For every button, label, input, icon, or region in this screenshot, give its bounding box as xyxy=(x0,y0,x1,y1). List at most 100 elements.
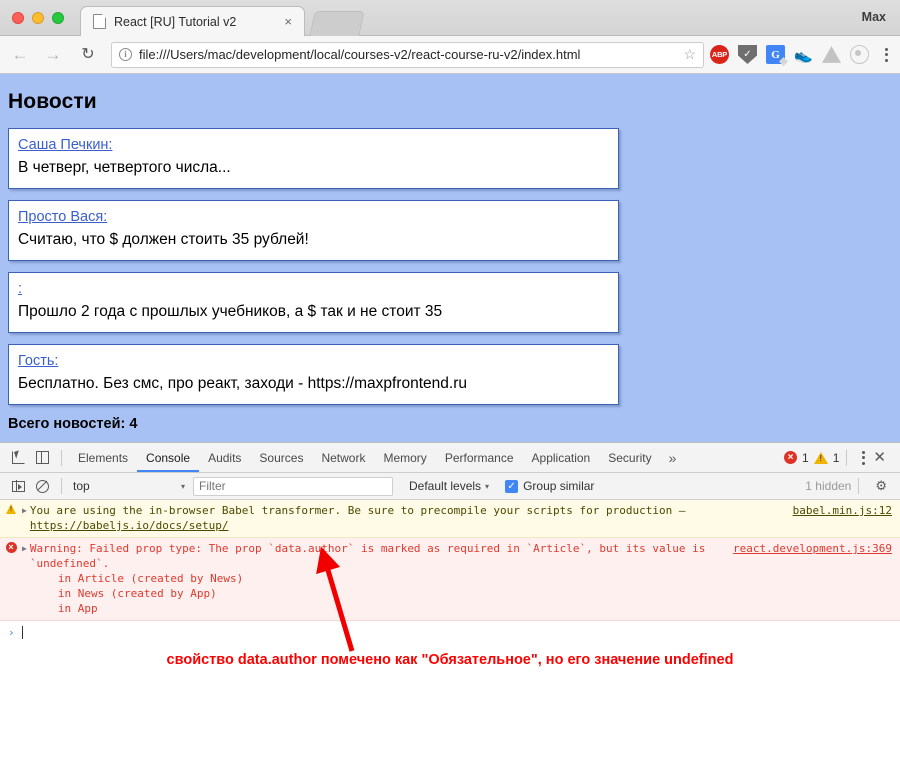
site-info-icon[interactable]: i xyxy=(119,48,132,61)
tab-memory[interactable]: Memory xyxy=(374,443,435,472)
news-author-link[interactable]: Просто Вася: xyxy=(18,208,107,227)
tab-audits[interactable]: Audits xyxy=(199,443,250,472)
console-message-source-link[interactable]: react.development.js:369 xyxy=(727,538,900,620)
console-prompt[interactable]: › xyxy=(0,621,900,643)
hidden-messages-count: 1 hidden xyxy=(805,479,852,493)
browser-tab-inactive[interactable] xyxy=(309,11,365,36)
shoe-extension-icon[interactable]: 👟 xyxy=(794,45,813,64)
back-button[interactable]: ← xyxy=(7,42,33,68)
chevron-down-icon: ▾ xyxy=(180,481,185,491)
warning-badge-icon xyxy=(813,451,828,464)
group-similar-checkbox[interactable]: ✓ xyxy=(505,479,519,493)
error-icon: × xyxy=(0,538,22,620)
tab-security[interactable]: Security xyxy=(599,443,660,472)
divider xyxy=(61,478,62,494)
news-list: Саша Печкин: В четверг, четвертого числа… xyxy=(0,128,900,405)
page-title: Новости xyxy=(8,90,97,113)
console-sidebar-icon[interactable] xyxy=(6,474,30,498)
window-titlebar: React [RU] Tutorial v2 × Max xyxy=(0,0,900,36)
clear-console-icon[interactable] xyxy=(30,474,54,498)
news-text: В четверг, четвертого числа... xyxy=(18,159,231,176)
error-badge-icon: × xyxy=(784,451,798,464)
log-levels-label: Default levels xyxy=(409,479,482,493)
console-stack-frame: in App xyxy=(57,602,98,615)
browser-window: React [RU] Tutorial v2 × Max ← → ↻ i fil… xyxy=(0,0,900,766)
chevron-down-icon: ▾ xyxy=(485,481,490,491)
page-viewport: Новости Саша Печкин: В четверг, четверто… xyxy=(0,74,900,442)
news-total-label: Всего новостей: 4 xyxy=(8,416,138,432)
close-icon[interactable]: × xyxy=(280,13,296,30)
close-devtools-icon[interactable]: ✕ xyxy=(873,450,894,465)
bookmark-star-icon[interactable]: ☆ xyxy=(683,46,696,63)
browser-toolbar: ← → ↻ i file:///Users/mac/development/lo… xyxy=(0,36,900,74)
shield-extension-icon[interactable]: ✓ xyxy=(738,45,757,64)
inspect-element-icon[interactable] xyxy=(6,446,30,470)
tab-application[interactable]: Application xyxy=(523,443,600,472)
news-card: Саша Печкин: В четверг, четвертого числа… xyxy=(8,128,619,189)
tab-elements[interactable]: Elements xyxy=(69,443,137,472)
gear-icon[interactable]: ⚙ xyxy=(866,478,894,494)
address-bar[interactable]: i file:///Users/mac/development/local/co… xyxy=(111,41,704,68)
ring-extension-icon[interactable] xyxy=(850,45,869,64)
divider xyxy=(61,449,62,466)
device-toolbar-icon[interactable] xyxy=(30,446,54,470)
extension-toolbar: ABP ✓ G 👟 xyxy=(710,45,900,64)
news-text: Бесплатно. Без смс, про реакт, заходи - … xyxy=(18,375,467,392)
news-author-link[interactable]: Гость: xyxy=(18,352,58,371)
prompt-caret-icon: › xyxy=(8,625,15,639)
console-message-warning[interactable]: ▶ You are using the in-browser Babel tra… xyxy=(0,500,900,538)
tab-network[interactable]: Network xyxy=(312,443,374,472)
expand-arrow-icon[interactable]: ▶ xyxy=(22,538,30,620)
kebab-menu-icon[interactable] xyxy=(878,47,896,62)
forward-button[interactable]: → xyxy=(40,42,66,68)
log-levels-select[interactable]: Default levels ▾ xyxy=(409,479,489,493)
tab-sources[interactable]: Sources xyxy=(250,443,312,472)
news-card: Просто Вася: Считаю, что $ должен стоить… xyxy=(8,200,619,261)
page-icon xyxy=(93,14,106,29)
news-text: Прошло 2 года с прошлых учебников, а $ т… xyxy=(18,303,443,320)
minimize-window-button[interactable] xyxy=(32,12,44,24)
profile-name-label[interactable]: Max xyxy=(862,10,886,24)
console-stack-frame: in Article (created by News) xyxy=(57,572,244,585)
adblock-plus-extension-icon[interactable]: ABP xyxy=(710,45,729,64)
console-filter-input[interactable] xyxy=(193,476,393,496)
issue-counters[interactable]: × 1 1 xyxy=(784,451,839,465)
traffic-lights xyxy=(12,12,64,24)
divider xyxy=(858,478,860,494)
expand-arrow-icon[interactable]: ▶ xyxy=(22,500,30,537)
console-message-body: Warning: Failed prop type: The prop `dat… xyxy=(29,542,706,570)
browser-tab-active[interactable]: React [RU] Tutorial v2 × xyxy=(80,6,305,36)
close-window-button[interactable] xyxy=(12,12,24,24)
tab-console[interactable]: Console xyxy=(137,443,200,472)
address-bar-url: file:///Users/mac/development/local/cour… xyxy=(139,47,581,62)
console-message-text: You are using the in-browser Babel trans… xyxy=(30,500,787,537)
console-message-error[interactable]: × ▶ Warning: Failed prop type: The prop … xyxy=(0,538,900,621)
devtools-menu-icon[interactable] xyxy=(854,450,873,465)
tab-performance[interactable]: Performance xyxy=(436,443,523,472)
console-message-source-link[interactable]: babel.min.js:12 xyxy=(787,500,900,537)
news-author-link[interactable]: : xyxy=(18,280,22,299)
console-filter-bar: top ▾ Default levels ▾ ✓ Group similar 1… xyxy=(0,473,900,500)
reload-button[interactable]: ↻ xyxy=(75,42,101,68)
maximize-window-button[interactable] xyxy=(52,12,64,24)
group-similar-label[interactable]: Group similar xyxy=(523,479,594,493)
console-message-list[interactable]: ▶ You are using the in-browser Babel tra… xyxy=(0,500,900,766)
error-count: 1 xyxy=(802,450,809,465)
news-card: Гость: Бесплатно. Без смс, про реакт, за… xyxy=(8,344,619,405)
google-translate-extension-icon[interactable]: G xyxy=(766,45,785,64)
console-message-text: Warning: Failed prop type: The prop `dat… xyxy=(30,538,727,620)
console-message-inline-link[interactable]: https://babeljs.io/docs/setup/ xyxy=(30,519,229,532)
browser-tab-title: React [RU] Tutorial v2 xyxy=(114,14,237,29)
more-tabs-icon[interactable]: » xyxy=(661,444,685,472)
google-drive-extension-icon[interactable] xyxy=(822,46,841,63)
devtools-panel: Elements Console Audits Sources Network … xyxy=(0,442,900,766)
news-author-link[interactable]: Саша Печкин: xyxy=(18,136,112,155)
console-message-body: You are using the in-browser Babel trans… xyxy=(29,504,686,517)
news-card: : Прошло 2 года с прошлых учебников, а $… xyxy=(8,272,619,333)
console-stack-frame: in News (created by App) xyxy=(57,587,217,600)
execution-context-select[interactable]: top ▾ xyxy=(69,477,189,496)
divider xyxy=(846,449,848,466)
warning-icon xyxy=(0,500,22,537)
warning-count: 1 xyxy=(832,450,840,465)
news-text: Считаю, что $ должен стоить 35 рублей! xyxy=(18,231,309,248)
